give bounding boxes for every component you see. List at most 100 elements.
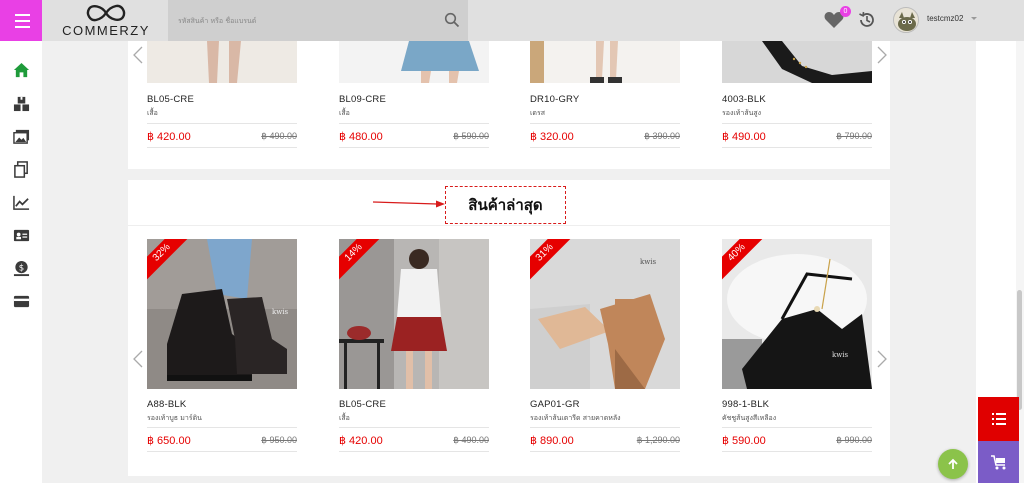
product-price: ฿ 420.00 [339, 435, 383, 447]
section-header: สินค้าล่าสุด [128, 180, 890, 226]
product-image[interactable] [147, 41, 297, 83]
product-photo-legs [147, 41, 297, 83]
cart-icon [990, 454, 1005, 469]
home-icon [13, 62, 29, 77]
product-photo-wedges: kwis [530, 239, 680, 389]
latest-products-section: สินค้าล่าสุด kwis 32% A88-BLK รองเท้าบูธ… [128, 180, 890, 476]
product-sku: BL05-CRE [339, 399, 387, 410]
product-price: ฿ 650.00 [147, 435, 191, 447]
svg-text:kwis: kwis [640, 258, 656, 266]
product-old-price: ฿ 590.00 [453, 131, 489, 141]
product-image[interactable]: kwis 32% [147, 239, 297, 389]
history-icon[interactable] [858, 11, 876, 29]
sidebar-item-finance[interactable]: $ [12, 259, 30, 277]
scrollbar-thumb[interactable] [1017, 290, 1022, 410]
product-old-price: ฿ 390.00 [644, 131, 680, 141]
user-avatar[interactable] [893, 7, 919, 33]
product-sku: DR10-GRY [530, 94, 580, 105]
product-price: ฿ 490.00 [722, 131, 766, 143]
search-box [168, 0, 468, 41]
scroll-to-top-button[interactable] [938, 449, 968, 479]
list-menu-button[interactable] [978, 397, 1019, 441]
top-bar: COMMERZY 0 testcmz02 [0, 0, 1024, 41]
product-sku: 998-1-BLK [722, 399, 770, 410]
product-section-top: BL05-CRE เสื้อ ฿ 420.00 ฿ 490.00 BL09-CR… [128, 41, 890, 169]
product-old-price: ฿ 490.00 [261, 131, 297, 141]
boxes-icon [13, 96, 29, 111]
product-photo-pumps: kwis [722, 239, 872, 389]
product-desc: เสื้อ [147, 109, 158, 117]
product-image[interactable]: 14% [339, 239, 489, 389]
product-sku: GAP01-GR [530, 399, 580, 410]
product-price: ฿ 420.00 [147, 131, 191, 143]
price-row: ฿ 320.00 ฿ 390.00 [530, 123, 680, 148]
price-row: ฿ 420.00 ฿ 490.00 [147, 123, 297, 148]
search-input[interactable] [168, 0, 438, 41]
product-old-price: ฿ 490.00 [453, 435, 489, 445]
wishlist-count-badge: 0 [840, 6, 851, 17]
menu-button[interactable] [0, 0, 42, 41]
product-image[interactable]: kwis 31% [530, 239, 680, 389]
brand-name: COMMERZY [62, 23, 150, 38]
logo[interactable]: COMMERZY [56, 3, 156, 39]
credit-card-icon [13, 295, 29, 307]
price-row: ฿ 420.00 ฿ 490.00 [339, 427, 489, 452]
product-old-price: ฿ 790.00 [836, 131, 872, 141]
username[interactable]: testcmz02 [927, 14, 963, 23]
product-sku: BL05-CRE [147, 94, 195, 105]
sidebar-item-documents[interactable] [12, 160, 30, 178]
product-photo-heels [722, 41, 872, 83]
hamburger-icon [12, 13, 30, 28]
product-sku: BL09-CRE [339, 94, 387, 105]
product-image[interactable] [530, 41, 680, 83]
copy-icon [13, 160, 28, 178]
sidebar-item-payment[interactable] [12, 292, 30, 310]
carousel-prev-arrow-icon[interactable] [132, 46, 144, 64]
product-old-price: ฿ 950.00 [261, 435, 297, 445]
product-old-price: ฿ 990.00 [836, 435, 872, 445]
product-old-price: ฿ 1,290.00 [636, 435, 680, 445]
sidebar-item-products[interactable] [12, 94, 30, 112]
product-photo-skirt [339, 41, 489, 83]
product-image[interactable]: kwis 40% [722, 239, 872, 389]
user-menu-caret-icon[interactable] [971, 17, 977, 20]
annotation-arrow-icon [373, 200, 445, 208]
price-row: ฿ 890.00 ฿ 1,290.00 [530, 427, 680, 452]
sidebar-item-home[interactable] [12, 61, 30, 79]
product-desc: คัชชูส้นสูงสีเหลือง [722, 414, 777, 422]
infinity-logo-icon [86, 4, 126, 22]
product-desc: รองเท้าส้นสูง [722, 109, 762, 117]
list-icon [991, 413, 1006, 425]
svg-text:$: $ [18, 263, 23, 273]
product-desc: เสื้อ [339, 414, 350, 422]
product-sku: 4003-BLK [722, 94, 766, 105]
section-title: สินค้าล่าสุด [445, 186, 566, 224]
sidebar-item-members[interactable] [12, 226, 30, 244]
svg-text:kwis: kwis [272, 308, 288, 316]
product-photo-blouse [339, 239, 489, 389]
cart-button[interactable] [978, 441, 1019, 483]
product-photo-dress [530, 41, 680, 83]
carousel-prev-arrow-icon[interactable] [132, 350, 144, 368]
price-row: ฿ 590.00 ฿ 990.00 [722, 427, 872, 452]
product-photo-boots: kwis [147, 239, 297, 389]
product-desc: รองเท้าบูธ มาร์ติน [147, 414, 202, 422]
money-icon: $ [13, 260, 29, 276]
images-icon [12, 129, 29, 144]
product-price: ฿ 890.00 [530, 435, 574, 447]
product-price: ฿ 320.00 [530, 131, 574, 143]
product-sku: A88-BLK [147, 399, 187, 410]
chart-line-icon [12, 195, 29, 210]
arrow-up-icon [948, 458, 958, 469]
carousel-next-arrow-icon[interactable] [876, 46, 888, 64]
product-desc: เสื้อ [339, 109, 350, 117]
product-desc: รองเท้าส้นเตารีด สายคาดหลัง [530, 414, 621, 422]
sidebar-item-gallery[interactable] [12, 127, 30, 145]
carousel-next-arrow-icon[interactable] [876, 350, 888, 368]
sidebar-item-reports[interactable] [12, 193, 30, 211]
svg-text:kwis: kwis [832, 351, 848, 359]
product-image[interactable] [722, 41, 872, 83]
product-image[interactable] [339, 41, 489, 83]
sidebar: $ [0, 41, 42, 483]
search-icon[interactable] [444, 12, 460, 28]
